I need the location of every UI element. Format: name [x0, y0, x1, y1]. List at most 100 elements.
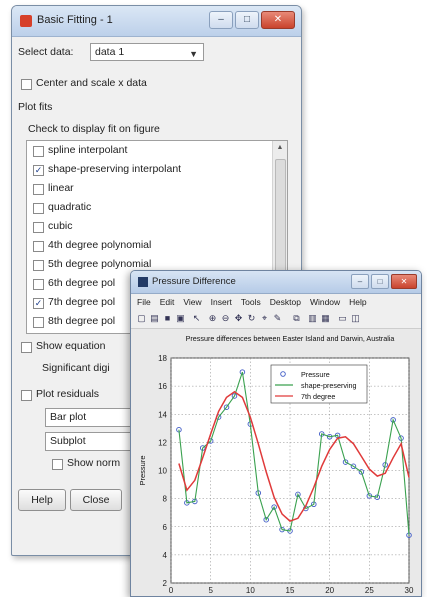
legend-entry: shape-preserving [301, 381, 357, 390]
y-tick-label: 8 [163, 495, 168, 504]
menu-desktop[interactable]: Desktop [270, 294, 301, 310]
fit-checkbox[interactable] [33, 260, 44, 271]
x-tick-label: 15 [286, 586, 295, 595]
help-button[interactable]: Help [18, 489, 66, 511]
fit-label: quadratic [48, 201, 92, 213]
y-tick-label: 14 [158, 410, 167, 419]
fit-checkbox[interactable] [33, 184, 44, 195]
show-equations-checkbox[interactable] [21, 342, 32, 353]
menu-tools[interactable]: Tools [241, 294, 261, 310]
fit-checkbox[interactable] [33, 241, 44, 252]
fit-checkbox[interactable] [33, 317, 44, 328]
x-tick-label: 30 [405, 586, 414, 595]
y-tick-label: 10 [158, 467, 167, 476]
select-data-dropdown[interactable]: data 1 ▼ [90, 43, 204, 61]
minimize-icon[interactable]: – [209, 11, 233, 29]
y-tick-label: 2 [163, 579, 168, 588]
fit-checkbox[interactable] [33, 222, 44, 233]
fit-checkbox[interactable]: ✓ [33, 298, 44, 309]
fit-label: 6th degree pol [48, 277, 116, 289]
hide-tools-icon[interactable]: ▭ [337, 313, 348, 324]
menu-help[interactable]: Help [349, 294, 366, 310]
plot-fits-label: Plot fits [18, 101, 53, 113]
check-instruction-label: Check to display fit on figure [28, 123, 160, 135]
fit-checkbox[interactable] [33, 203, 44, 214]
chart-svg[interactable]: Pressure differences between Easter Isla… [131, 329, 421, 596]
edit-plot-icon[interactable]: ↖ [191, 313, 202, 324]
y-tick-label: 16 [158, 382, 167, 391]
y-tick-label: 18 [158, 354, 167, 363]
figure-icon [138, 277, 148, 287]
fit-label: 4th degree polynomial [48, 239, 152, 251]
open-icon[interactable]: ▤ [149, 313, 160, 324]
menu-bar: File Edit View Insert Tools Desktop Wind… [131, 294, 421, 310]
plot-residuals-label: Plot residuals [36, 388, 100, 400]
center-scale-checkbox[interactable] [21, 79, 32, 90]
fit-item[interactable]: linear [27, 179, 287, 198]
fit-item[interactable]: spline interpolant [27, 141, 287, 160]
maximize-icon[interactable]: □ [235, 11, 259, 29]
figure-title: Pressure Difference [152, 276, 236, 287]
fit-checkbox[interactable]: ✓ [33, 165, 44, 176]
close-icon[interactable]: ✕ [261, 11, 295, 29]
menu-window[interactable]: Window [310, 294, 340, 310]
fit-item[interactable]: ✓ shape-preserving interpolant [27, 160, 287, 179]
menu-insert[interactable]: Insert [211, 294, 232, 310]
show-norm-label: Show norm [67, 457, 121, 469]
brush-icon[interactable]: ✎ [272, 313, 283, 324]
fit-label: 7th degree pol [48, 296, 116, 308]
figure-toolbar: ▢ ▤ ■ ▣ ↖ ⊕ ⊖ ✥ ↻ ⌖ ✎ ⧉ ▥ ▦ ▭ ◫ [131, 311, 421, 329]
fit-label: 8th degree pol [48, 315, 116, 327]
legend-entry: 7th degree [301, 392, 335, 401]
show-equations-label: Show equation [36, 340, 106, 352]
y-axis-label: Pressure [138, 455, 147, 485]
print-icon[interactable]: ▣ [175, 313, 186, 324]
menu-file[interactable]: File [137, 294, 151, 310]
link-icon[interactable]: ⧉ [291, 313, 302, 324]
close-icon[interactable]: ✕ [391, 274, 417, 289]
fit-item[interactable]: cubic [27, 217, 287, 236]
x-tick-label: 20 [325, 586, 334, 595]
y-tick-label: 6 [163, 523, 168, 532]
residual-location-value: Subplot [50, 435, 86, 447]
colorbar-icon[interactable]: ▥ [307, 313, 318, 324]
y-tick-label: 4 [163, 551, 168, 560]
fit-label: 5th degree polynomial [48, 258, 152, 270]
x-tick-label: 10 [246, 586, 255, 595]
fit-label: shape-preserving interpolant [48, 163, 182, 175]
dropdown-arrow-icon: ▼ [189, 49, 198, 59]
plot-residuals-checkbox[interactable] [21, 390, 32, 401]
fit-item[interactable]: 4th degree polynomial [27, 236, 287, 255]
dock-icon[interactable]: ◫ [350, 313, 361, 324]
legend-entry: Pressure [301, 370, 330, 379]
fit-checkbox[interactable] [33, 146, 44, 157]
pan-icon[interactable]: ✥ [233, 313, 244, 324]
fit-item[interactable]: quadratic [27, 198, 287, 217]
minimize-icon[interactable]: – [351, 274, 369, 289]
show-norm-checkbox[interactable] [52, 459, 63, 470]
rotate-icon[interactable]: ↻ [246, 313, 257, 324]
legend-icon[interactable]: ▦ [320, 313, 331, 324]
data-cursor-icon[interactable]: ⌖ [259, 313, 270, 324]
zoom-in-icon[interactable]: ⊕ [207, 313, 218, 324]
select-data-label: Select data: [18, 46, 74, 58]
maximize-icon[interactable]: □ [371, 274, 389, 289]
title-bar[interactable]: Basic Fitting - 1 – □ ✕ [12, 6, 301, 37]
fit-label: spline interpolant [48, 144, 128, 156]
zoom-out-icon[interactable]: ⊖ [220, 313, 231, 324]
menu-edit[interactable]: Edit [160, 294, 175, 310]
y-tick-label: 12 [158, 438, 167, 447]
center-scale-label: Center and scale x data [36, 77, 147, 89]
close-button[interactable]: Close [70, 489, 122, 511]
select-data-value: data 1 [95, 46, 125, 58]
plot-area: Pressure differences between Easter Isla… [131, 329, 421, 596]
fit-label: linear [48, 182, 74, 194]
fit-label: cubic [48, 220, 73, 232]
new-figure-icon[interactable]: ▢ [136, 313, 147, 324]
residual-plot-type-value: Bar plot [50, 411, 87, 423]
figure-title-bar[interactable]: Pressure Difference – □ ✕ [131, 271, 421, 294]
fit-checkbox[interactable] [33, 279, 44, 290]
scroll-up-icon[interactable]: ▲ [273, 141, 287, 155]
menu-view[interactable]: View [183, 294, 201, 310]
save-icon[interactable]: ■ [162, 313, 173, 324]
